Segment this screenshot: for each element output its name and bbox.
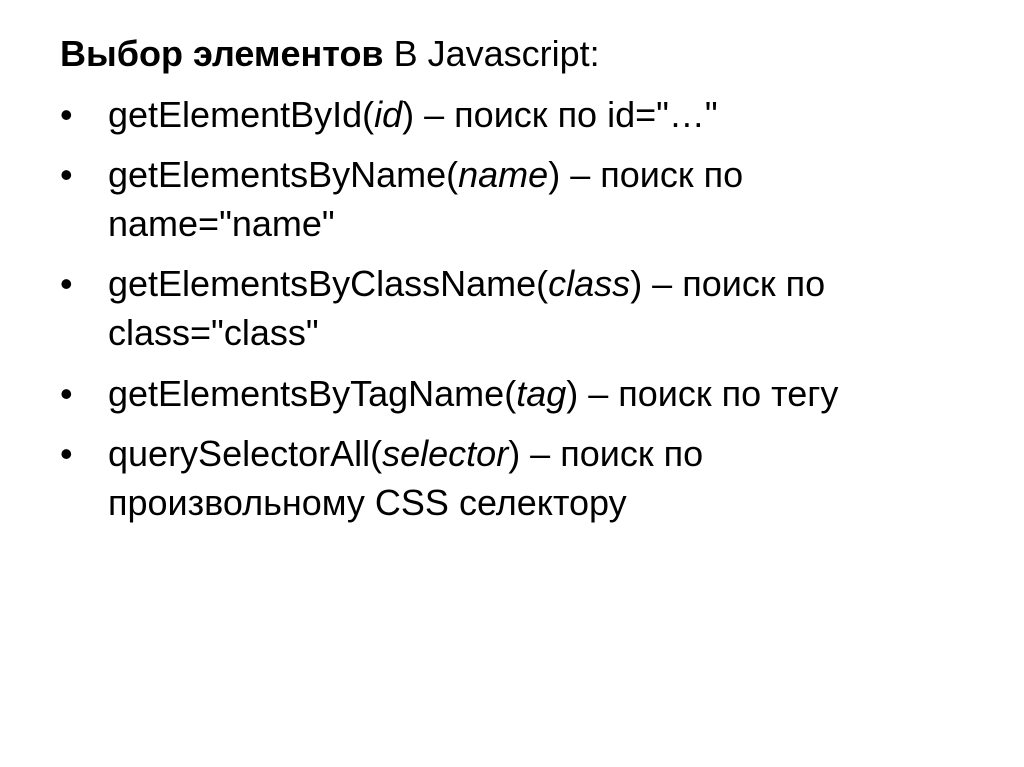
list-item-content: getElementsByClassName(class) – поиск по… [108,260,964,357]
heading-bold: Выбор элементов [60,33,384,74]
list-item-content: querySelectorAll(selector) – поиск по пр… [108,430,964,527]
method-pre: getElementById( [108,94,374,135]
list-item: • getElementsByClassName(class) – поиск … [60,260,964,357]
list-item: • getElementsByTagName(tag) – поиск по т… [60,370,964,419]
method-pre: getElementsByTagName( [108,373,516,414]
method-param: tag [516,373,566,414]
method-param: class [548,263,630,304]
method-param: id [374,94,402,135]
bullet-icon: • [60,370,108,419]
heading-rest: В Javascript: [384,33,600,74]
list-item: • querySelectorAll(selector) – поиск по … [60,430,964,527]
method-post: ) – поиск по тегу [566,373,838,414]
slide-heading: Выбор элементов В Javascript: [60,30,964,79]
bullet-icon: • [60,430,108,527]
bullet-icon: • [60,151,108,248]
bullet-list: • getElementById(id) – поиск по id="…" •… [60,91,964,528]
list-item: • getElementById(id) – поиск по id="…" [60,91,964,140]
bullet-icon: • [60,91,108,140]
method-pre: querySelectorAll( [108,433,382,474]
list-item-content: getElementById(id) – поиск по id="…" [108,91,964,140]
list-item-content: getElementsByTagName(tag) – поиск по тег… [108,370,964,419]
list-item: • getElementsByName(name) – поиск по nam… [60,151,964,248]
list-item-content: getElementsByName(name) – поиск по name=… [108,151,964,248]
method-post: ) – поиск по id="…" [402,94,718,135]
bullet-icon: • [60,260,108,357]
method-param: name [458,154,548,195]
method-param: selector [382,433,508,474]
method-pre: getElementsByClassName( [108,263,548,304]
method-pre: getElementsByName( [108,154,458,195]
